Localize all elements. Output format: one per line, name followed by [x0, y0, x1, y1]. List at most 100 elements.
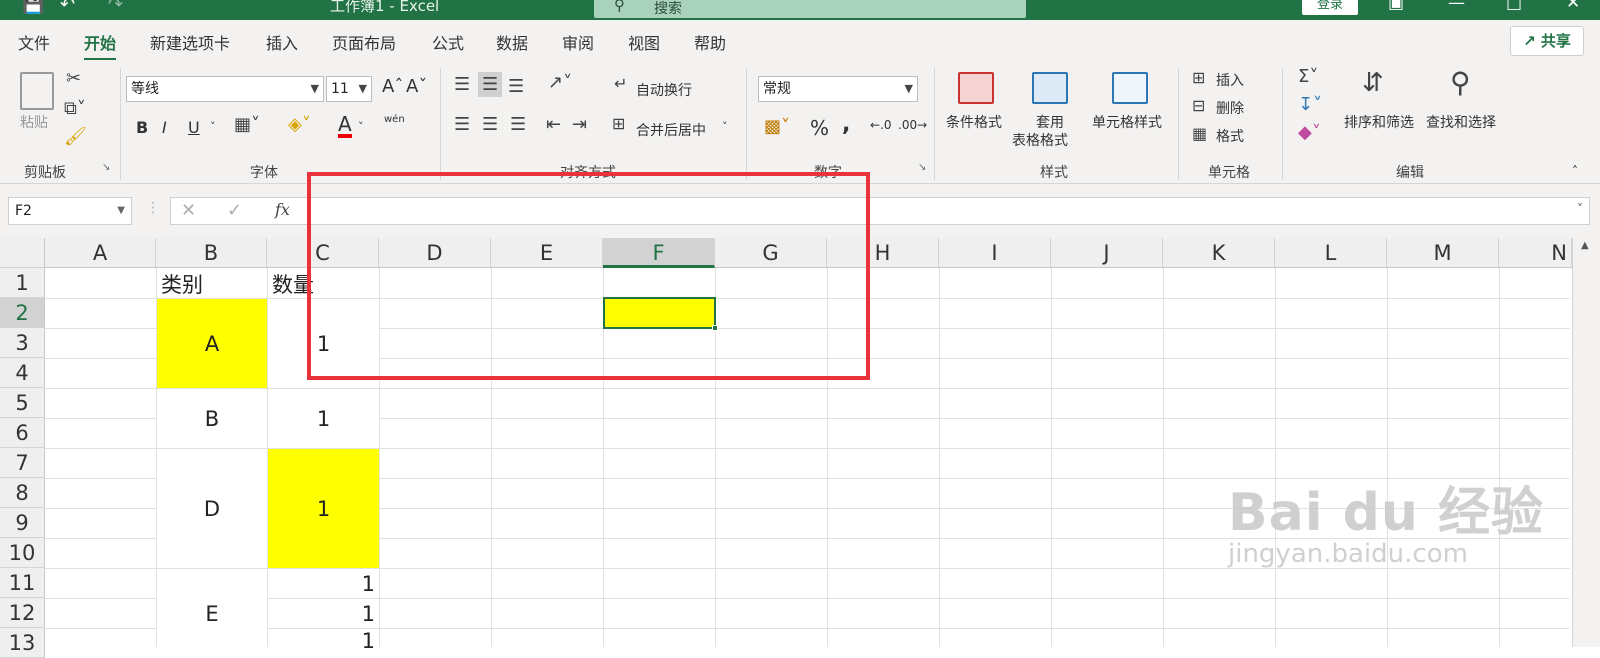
cell-c7-merged[interactable]: 1 — [268, 449, 379, 568]
column-header-n[interactable]: N — [1499, 238, 1572, 268]
copy-icon[interactable]: ⧉˅ — [64, 98, 86, 119]
borders-icon[interactable]: ▦˅ — [234, 114, 260, 135]
customize-quick-access-icon[interactable]: ˅ — [158, 0, 167, 15]
delete-cells-button[interactable]: 删除 — [1216, 98, 1244, 118]
format-cells-button[interactable]: 格式 — [1216, 126, 1244, 146]
cut-icon[interactable]: ✂ — [66, 68, 81, 89]
row-header-13[interactable]: 13 — [0, 628, 45, 658]
paste-label[interactable]: 粘贴 — [20, 112, 48, 132]
align-center-icon[interactable]: ☰ — [482, 114, 498, 135]
vertical-scrollbar[interactable]: ▲ — [1572, 238, 1600, 647]
tab-file[interactable]: 文件 — [18, 30, 50, 54]
decrease-decimal-icon[interactable]: .00→ — [898, 118, 927, 132]
undo-icon[interactable]: ↶˅ — [60, 0, 84, 15]
cancel-icon[interactable]: ✕ — [181, 200, 196, 221]
merge-center-icon[interactable]: ⊞ — [612, 114, 625, 133]
top-align-icon[interactable]: ☰ — [454, 74, 470, 95]
middle-align-icon[interactable]: ☰ — [478, 72, 503, 97]
accounting-format-icon[interactable]: ▩˅ — [764, 116, 790, 137]
tab-data[interactable]: 数据 — [496, 30, 528, 54]
search-box[interactable]: ⚲ 搜索 — [594, 0, 1026, 18]
row-header-7[interactable]: 7 — [0, 448, 45, 478]
clipboard-launcher-icon[interactable]: ↘ — [102, 162, 110, 173]
percent-style-button[interactable]: % — [810, 116, 829, 140]
cell-b5-merged[interactable]: B — [157, 389, 267, 448]
cell-c11[interactable]: 1 — [268, 569, 379, 598]
bottom-align-icon[interactable]: ☰ — [508, 76, 524, 97]
underline-dropdown-icon[interactable]: ˅ — [210, 120, 216, 133]
column-header-b[interactable]: B — [156, 238, 267, 268]
comma-style-button[interactable]: , — [842, 112, 850, 137]
tab-help[interactable]: 帮助 — [694, 30, 726, 54]
save-icon[interactable]: 💾 — [22, 0, 44, 15]
row-header-6[interactable]: 6 — [0, 418, 45, 448]
redo-icon[interactable]: ↷˅ — [108, 0, 132, 15]
format-as-table-label-2[interactable]: 表格格式 — [1012, 130, 1068, 150]
ribbon-display-icon[interactable]: ▣ — [1388, 0, 1404, 13]
expand-formula-icon[interactable]: ˅ — [1577, 202, 1583, 216]
orientation-icon[interactable]: ↗˅ — [548, 72, 572, 93]
format-painter-icon[interactable]: 🖌 — [64, 126, 87, 147]
autosum-icon[interactable]: Σ˅ — [1298, 66, 1318, 87]
row-header-9[interactable]: 9 — [0, 508, 45, 538]
tab-home[interactable]: 开始 — [84, 30, 117, 61]
row-header-5[interactable]: 5 — [0, 388, 45, 418]
row-header-10[interactable]: 10 — [0, 538, 45, 568]
worksheet-grid[interactable]: A B C D E F G H I J K L M N 1 2 3 4 5 6 … — [0, 172, 1600, 658]
column-header-m[interactable]: M — [1387, 238, 1499, 268]
select-all-corner[interactable] — [0, 238, 45, 268]
row-header-2[interactable]: 2 — [0, 298, 45, 328]
share-button[interactable]: ↗ 共享 — [1510, 26, 1584, 56]
cell-b2-merged[interactable]: A — [157, 299, 267, 388]
cell-b11-merged[interactable]: E — [157, 569, 267, 658]
merge-center-button[interactable]: 合并后居中 — [636, 120, 706, 140]
row-header-8[interactable]: 8 — [0, 478, 45, 508]
italic-button[interactable]: I — [162, 118, 167, 137]
increase-font-size-icon[interactable]: Aˆ — [382, 76, 403, 97]
tab-review[interactable]: 审阅 — [562, 30, 594, 54]
clear-icon[interactable]: ◆˅ — [1298, 122, 1321, 143]
column-header-k[interactable]: K — [1163, 238, 1275, 268]
cell-b7-merged[interactable]: D — [157, 449, 267, 568]
cell-c13[interactable]: 1 — [268, 629, 379, 653]
restore-icon[interactable]: □ — [1506, 0, 1522, 13]
cell-c12[interactable]: 1 — [268, 599, 379, 628]
conditional-formatting-button[interactable]: 条件格式 — [946, 112, 1002, 132]
cell-c5-merged[interactable]: 1 — [268, 389, 379, 448]
cell-styles-button[interactable]: 单元格样式 — [1092, 112, 1162, 132]
font-color-icon[interactable]: A — [338, 114, 352, 138]
align-right-icon[interactable]: ☰ — [510, 114, 526, 135]
minimize-icon[interactable]: — — [1448, 0, 1465, 13]
bold-button[interactable]: B — [136, 118, 148, 137]
insert-cells-button[interactable]: 插入 — [1216, 70, 1244, 90]
increase-indent-icon[interactable]: ⇥ — [572, 114, 587, 135]
decrease-indent-icon[interactable]: ⇤ — [546, 114, 561, 135]
underline-button[interactable]: U — [188, 118, 200, 137]
font-size-dropdown[interactable]: 11 ▼ — [326, 76, 372, 102]
wrap-text-button[interactable]: 自动换行 — [636, 80, 692, 100]
tab-new-tab[interactable]: 新建选项卡 — [150, 30, 230, 54]
number-launcher-icon[interactable]: ↘ — [918, 162, 926, 173]
tab-view[interactable]: 视图 — [628, 30, 660, 54]
login-button[interactable]: 登录 — [1302, 0, 1358, 15]
more-options-icon[interactable]: ⋮ — [146, 200, 160, 216]
row-header-12[interactable]: 12 — [0, 598, 45, 628]
fill-color-icon[interactable]: ◈˅ — [288, 114, 311, 135]
number-format-dropdown[interactable]: 常规 ▼ — [758, 76, 918, 102]
row-header-3[interactable]: 3 — [0, 328, 45, 358]
tab-insert[interactable]: 插入 — [266, 30, 298, 54]
scroll-up-icon[interactable]: ▲ — [1581, 240, 1589, 251]
close-icon[interactable]: ✕ — [1566, 0, 1580, 13]
find-select-button[interactable]: 查找和选择 — [1426, 112, 1496, 132]
row-header-4[interactable]: 4 — [0, 358, 45, 388]
fill-icon[interactable]: ↧˅ — [1298, 94, 1322, 115]
align-left-icon[interactable]: ☰ — [454, 114, 470, 135]
enter-icon[interactable]: ✓ — [227, 200, 242, 221]
column-header-a[interactable]: A — [45, 238, 156, 268]
decrease-font-size-icon[interactable]: Aˇ — [406, 76, 427, 97]
column-header-l[interactable]: L — [1275, 238, 1387, 268]
merge-dropdown-icon[interactable]: ˅ — [722, 120, 728, 133]
tab-page-layout[interactable]: 页面布局 — [332, 30, 396, 54]
increase-decimal-icon[interactable]: ←.0 — [870, 118, 892, 132]
font-name-dropdown[interactable]: 等线 ▼ — [126, 76, 324, 102]
